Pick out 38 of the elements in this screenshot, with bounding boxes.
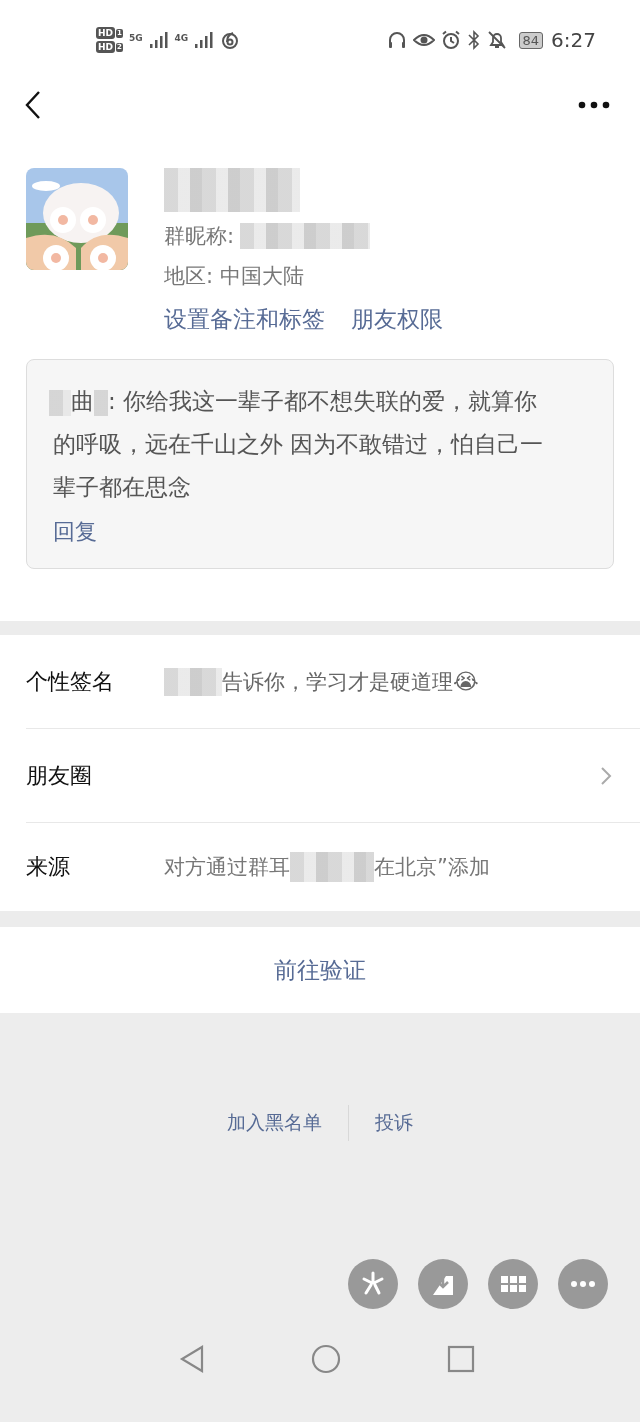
- back-icon[interactable]: [24, 90, 42, 120]
- download-button[interactable]: [418, 1259, 468, 1309]
- bluetooth-icon: [466, 30, 481, 50]
- source-text: 在北京”添加: [374, 854, 490, 881]
- source-text: 对方通过群耳: [164, 854, 290, 881]
- muted-bell-icon: [486, 30, 507, 50]
- grid-button[interactable]: [488, 1259, 538, 1309]
- sparkle-icon: [360, 1271, 386, 1297]
- recents-nav-icon[interactable]: [447, 1345, 475, 1373]
- more-icon[interactable]: [578, 101, 610, 109]
- swirl-icon: [220, 30, 241, 50]
- headphones-icon: [386, 30, 407, 50]
- alarm-icon: [440, 30, 461, 50]
- group-nickname-label: 群昵称:: [164, 223, 235, 250]
- network-label: 4G: [174, 33, 189, 43]
- more-button[interactable]: [558, 1259, 608, 1309]
- signature-text: 告诉你，学习才是硬道理😭: [222, 667, 479, 696]
- signal-icon: [148, 30, 169, 50]
- battery-indicator: 84: [518, 31, 544, 49]
- chevron-right-icon[interactable]: [600, 765, 612, 786]
- row-label: 来源: [26, 853, 71, 881]
- signal-icon: [194, 30, 215, 50]
- row-label: 个性签名: [26, 667, 115, 696]
- region-text: 地区: 中国大陆: [164, 263, 305, 290]
- profile-link[interactable]: 朋友权限: [351, 304, 443, 335]
- row-label: 朋友圈: [26, 761, 93, 790]
- network-label: 5G: [128, 33, 143, 43]
- reply-link[interactable]: 回复: [53, 517, 587, 547]
- footer-link[interactable]: 投诉: [375, 1110, 413, 1136]
- footer-link[interactable]: 加入黑名单: [227, 1110, 322, 1136]
- back-nav-icon[interactable]: [179, 1344, 205, 1374]
- clock-time: 6:27: [551, 28, 596, 52]
- profile-link[interactable]: 设置备注和标签: [164, 304, 325, 335]
- grid-icon: [500, 1274, 526, 1294]
- home-nav-icon[interactable]: [311, 1344, 341, 1374]
- more-icon: [570, 1280, 596, 1288]
- blurred-text: [164, 667, 222, 696]
- sparkle-button[interactable]: [348, 1259, 398, 1309]
